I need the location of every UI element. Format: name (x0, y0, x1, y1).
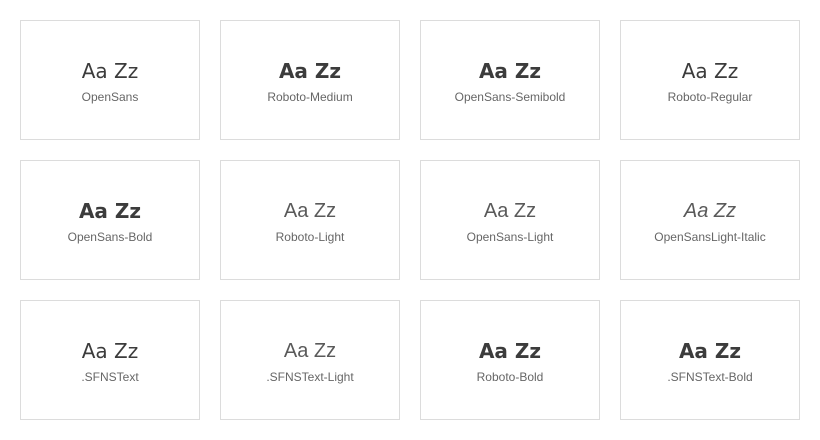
font-sample: Aa Zz (678, 339, 742, 363)
font-card-roboto-light[interactable]: Aa Zz Roboto-Light (220, 160, 400, 280)
font-sample: Aa Zz (81, 59, 139, 83)
font-card-sfnstext-bold[interactable]: Aa Zz .SFNSText-Bold (620, 300, 800, 420)
font-sample: Aa Zz (278, 59, 342, 83)
font-sample: Aa Zz (81, 339, 139, 363)
font-card-sfnstext[interactable]: Aa Zz .SFNSText (20, 300, 200, 420)
font-name-label: OpenSans (81, 90, 139, 104)
font-name-label: Roboto-Light (275, 230, 345, 244)
font-card-opensans-light[interactable]: Aa Zz OpenSans-Light (420, 160, 600, 280)
font-card-opensans[interactable]: Aa Zz OpenSans (20, 20, 200, 140)
font-name-label: .SFNSText (81, 370, 139, 384)
font-name-label: OpenSansLight-Italic (654, 230, 766, 244)
font-sample: Aa Zz (478, 59, 542, 83)
font-card-opensans-semibold[interactable]: Aa Zz OpenSans-Semibold (420, 20, 600, 140)
font-name-label: OpenSans-Bold (67, 230, 153, 244)
font-sample: Aa Zz (283, 200, 337, 222)
font-sample: Aa Zz (683, 200, 737, 222)
font-sample: Aa Zz (681, 59, 739, 83)
font-card-roboto-bold[interactable]: Aa Zz Roboto-Bold (420, 300, 600, 420)
font-name-label: OpenSans-Semibold (454, 90, 566, 104)
font-name-label: .SFNSText-Light (266, 370, 354, 384)
font-name-label: Roboto-Medium (267, 90, 353, 104)
font-name-label: .SFNSText-Bold (667, 370, 753, 384)
font-card-roboto-medium[interactable]: Aa Zz Roboto-Medium (220, 20, 400, 140)
font-card-opensanslight-italic[interactable]: Aa Zz OpenSansLight-Italic (620, 160, 800, 280)
font-card-roboto-regular[interactable]: Aa Zz Roboto-Regular (620, 20, 800, 140)
font-sample: Aa Zz (478, 339, 542, 363)
font-grid: Aa Zz OpenSans Aa Zz Roboto-Medium Aa Zz… (0, 0, 820, 440)
font-sample: Aa Zz (78, 199, 142, 223)
font-name-label: OpenSans-Light (466, 230, 554, 244)
font-sample: Aa Zz (283, 340, 337, 362)
font-card-sfnstext-light[interactable]: Aa Zz .SFNSText-Light (220, 300, 400, 420)
font-sample: Aa Zz (483, 200, 537, 222)
font-name-label: Roboto-Regular (667, 90, 753, 104)
font-name-label: Roboto-Bold (476, 370, 544, 384)
font-card-opensans-bold[interactable]: Aa Zz OpenSans-Bold (20, 160, 200, 280)
